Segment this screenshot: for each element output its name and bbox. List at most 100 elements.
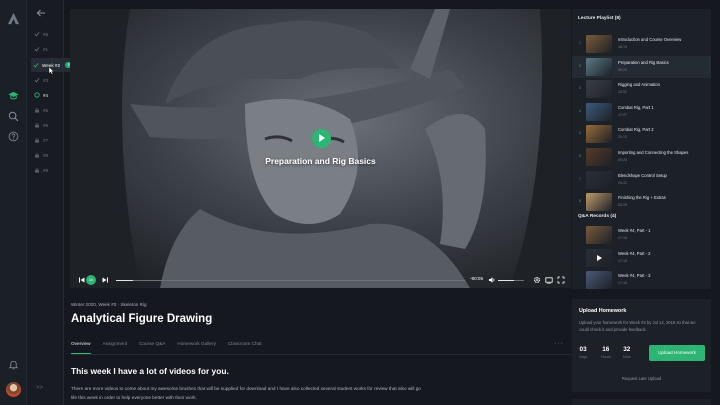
- overview-paragraph: There are more videos to come about my a…: [71, 386, 421, 400]
- bell-icon[interactable]: [8, 359, 19, 370]
- video-controls: 1x -90:05: [70, 272, 571, 288]
- cursor-icon: [48, 66, 55, 75]
- week-label: #3: [43, 77, 49, 83]
- volume-slider[interactable]: [498, 279, 524, 281]
- help-icon[interactable]: [8, 131, 19, 142]
- week-item[interactable]: #1: [34, 43, 48, 55]
- qa-thumbnail: [586, 271, 612, 290]
- playlist-item[interactable]: 3 Rigging and Animation 28:52: [572, 78, 711, 100]
- week-item[interactable]: #9: [34, 164, 48, 176]
- qa-heading: Q&A Records (4): [578, 214, 617, 219]
- playlist-item[interactable]: 6 Importing and Connecting the Shapes 49:2…: [572, 146, 711, 168]
- tab-assignment[interactable]: Assignment: [103, 338, 128, 354]
- week-item[interactable]: #6: [34, 119, 48, 131]
- qa-thumbnail: [586, 248, 612, 267]
- playlist-item-duration: 56:25: [618, 67, 627, 72]
- tabs-divider: [71, 354, 571, 355]
- previous-icon[interactable]: [78, 276, 86, 284]
- countdown-hours: 16 Hours: [601, 346, 611, 359]
- tab-homework-gallery[interactable]: Homework Gallery: [177, 338, 216, 354]
- app-logo-icon[interactable]: [7, 12, 20, 25]
- user-avatar[interactable]: [6, 382, 21, 397]
- week-item[interactable]: #7: [34, 134, 48, 146]
- homework-text: Upload your homework for Week #3 by Jul …: [579, 320, 696, 332]
- video-player[interactable]: Preparation and Rig Basics 1x -90:05: [70, 9, 571, 288]
- playlist-item-number: 6: [579, 154, 582, 158]
- tab-classroom-chat[interactable]: Classroom Chat: [228, 338, 262, 354]
- week-item[interactable]: #8: [34, 149, 48, 161]
- lock-icon: [35, 107, 39, 113]
- lesson-tabs: Overview Assignment Course Q&A Homework Gal…: [71, 338, 274, 354]
- week-item[interactable]: #4: [34, 89, 48, 101]
- playlist-item-title: Finishing the Rig + Extras: [618, 195, 666, 201]
- playlist-item-number: 2: [579, 63, 582, 68]
- week-item[interactable]: #5: [34, 28, 48, 40]
- fullscreen-icon[interactable]: [557, 276, 565, 284]
- week-item[interactable]: #3: [34, 74, 48, 86]
- graduation-cap-icon[interactable]: [8, 90, 19, 101]
- playlist-item-duration: 20:13: [618, 135, 627, 140]
- playlist-thumbnail: [586, 102, 612, 121]
- lock-icon: [35, 167, 39, 173]
- progress-track[interactable]: [116, 279, 465, 281]
- week-label: #7: [43, 137, 49, 143]
- settings-gear-icon[interactable]: [533, 276, 541, 284]
- speed-button[interactable]: 1x: [86, 274, 96, 285]
- playlist-item-duration: 20:42: [618, 180, 627, 185]
- playlist-item[interactable]: 5 Combat Rig, Part 2 20:13: [572, 123, 711, 145]
- volume-icon[interactable]: [488, 276, 496, 284]
- check-icon: [34, 32, 40, 37]
- week-label: #6: [43, 122, 49, 128]
- app-root: >> #5#1Week #2Review#3#4#5#6#7#8#9: [0, 0, 720, 405]
- week-label: #8: [43, 152, 49, 158]
- check-icon: [33, 63, 39, 68]
- play-button[interactable]: [312, 129, 331, 148]
- playlist-thumbnail: [586, 125, 612, 144]
- playlist-item[interactable]: 1 Introduction and Course Overview 48:15: [572, 33, 711, 55]
- tab-course-q-a[interactable]: Course Q&A: [139, 338, 165, 354]
- playlist-heading: Lecture Playlist (8): [578, 16, 621, 21]
- playlist-item-number: 7: [579, 176, 582, 181]
- lock-icon: [35, 152, 39, 158]
- more-options-button[interactable]: ···: [554, 340, 564, 347]
- playlist-item[interactable]: 4 Combat Rig, Part 1 17:07: [572, 101, 711, 123]
- playlist-item-duration: 48:15: [618, 45, 627, 49]
- playlist-item-number: 5: [579, 131, 582, 136]
- back-arrow-icon[interactable]: [36, 9, 46, 17]
- playlist-item-duration: 17:07: [618, 112, 627, 117]
- playlist-item-title: Combat Rig, Part 1: [618, 104, 654, 110]
- week-label: #9: [43, 167, 49, 173]
- playlist-item[interactable]: 8 Finishing the Rig + Extras 55:28: [572, 191, 711, 213]
- playlist-item[interactable]: 7 Blendshape Control Setup 20:42: [572, 169, 711, 191]
- collapse-toggle[interactable]: >>: [36, 385, 43, 391]
- week-item[interactable]: #5: [34, 104, 48, 116]
- week-label: #5: [43, 107, 49, 113]
- playlist-item-duration: 49:26: [618, 158, 627, 162]
- qa-record-item[interactable]: Week #4, Part - 3 17:15: [572, 269, 711, 291]
- search-icon[interactable]: [8, 111, 19, 122]
- upload-homework-button[interactable]: Upload Homework: [649, 345, 705, 361]
- qa-thumbnail: [586, 226, 612, 244]
- volume-fill: [498, 279, 514, 281]
- theater-mode-icon[interactable]: [545, 276, 553, 284]
- breadcrumb: Winter 2020, Week #3 · Skeleton Rig: [71, 302, 147, 307]
- playlist-item-duration: 55:28: [618, 203, 627, 208]
- playlist-item-number: 4: [579, 108, 582, 113]
- time-remaining: -90:05: [470, 276, 484, 281]
- playlist-item[interactable]: 2 Preparation and Rig Basics 56:25: [572, 55, 711, 78]
- progress-fill: [116, 279, 134, 281]
- playlist-item-title: Rigging and Animation: [618, 82, 660, 88]
- next-icon[interactable]: [101, 276, 109, 284]
- playlist-thumbnail: [586, 35, 612, 53]
- qa-item-duration: 17:15: [618, 281, 627, 286]
- playlist-item-number: 1: [579, 41, 582, 45]
- lock-icon: [35, 122, 39, 128]
- request-late-upload-link[interactable]: Request Late Upload: [572, 376, 711, 381]
- qa-record-item[interactable]: Week #4, Part - 2 17:15: [572, 247, 711, 269]
- tab-overview[interactable]: Overview: [71, 338, 91, 354]
- week-label: #5: [43, 31, 49, 37]
- playlist-thumbnail: [586, 57, 612, 76]
- qa-record-item[interactable]: Week #4, Part - 1 17:15: [572, 224, 711, 246]
- qa-item-duration: 17:15: [618, 236, 627, 240]
- playlist-item-duration: 28:52: [618, 90, 627, 95]
